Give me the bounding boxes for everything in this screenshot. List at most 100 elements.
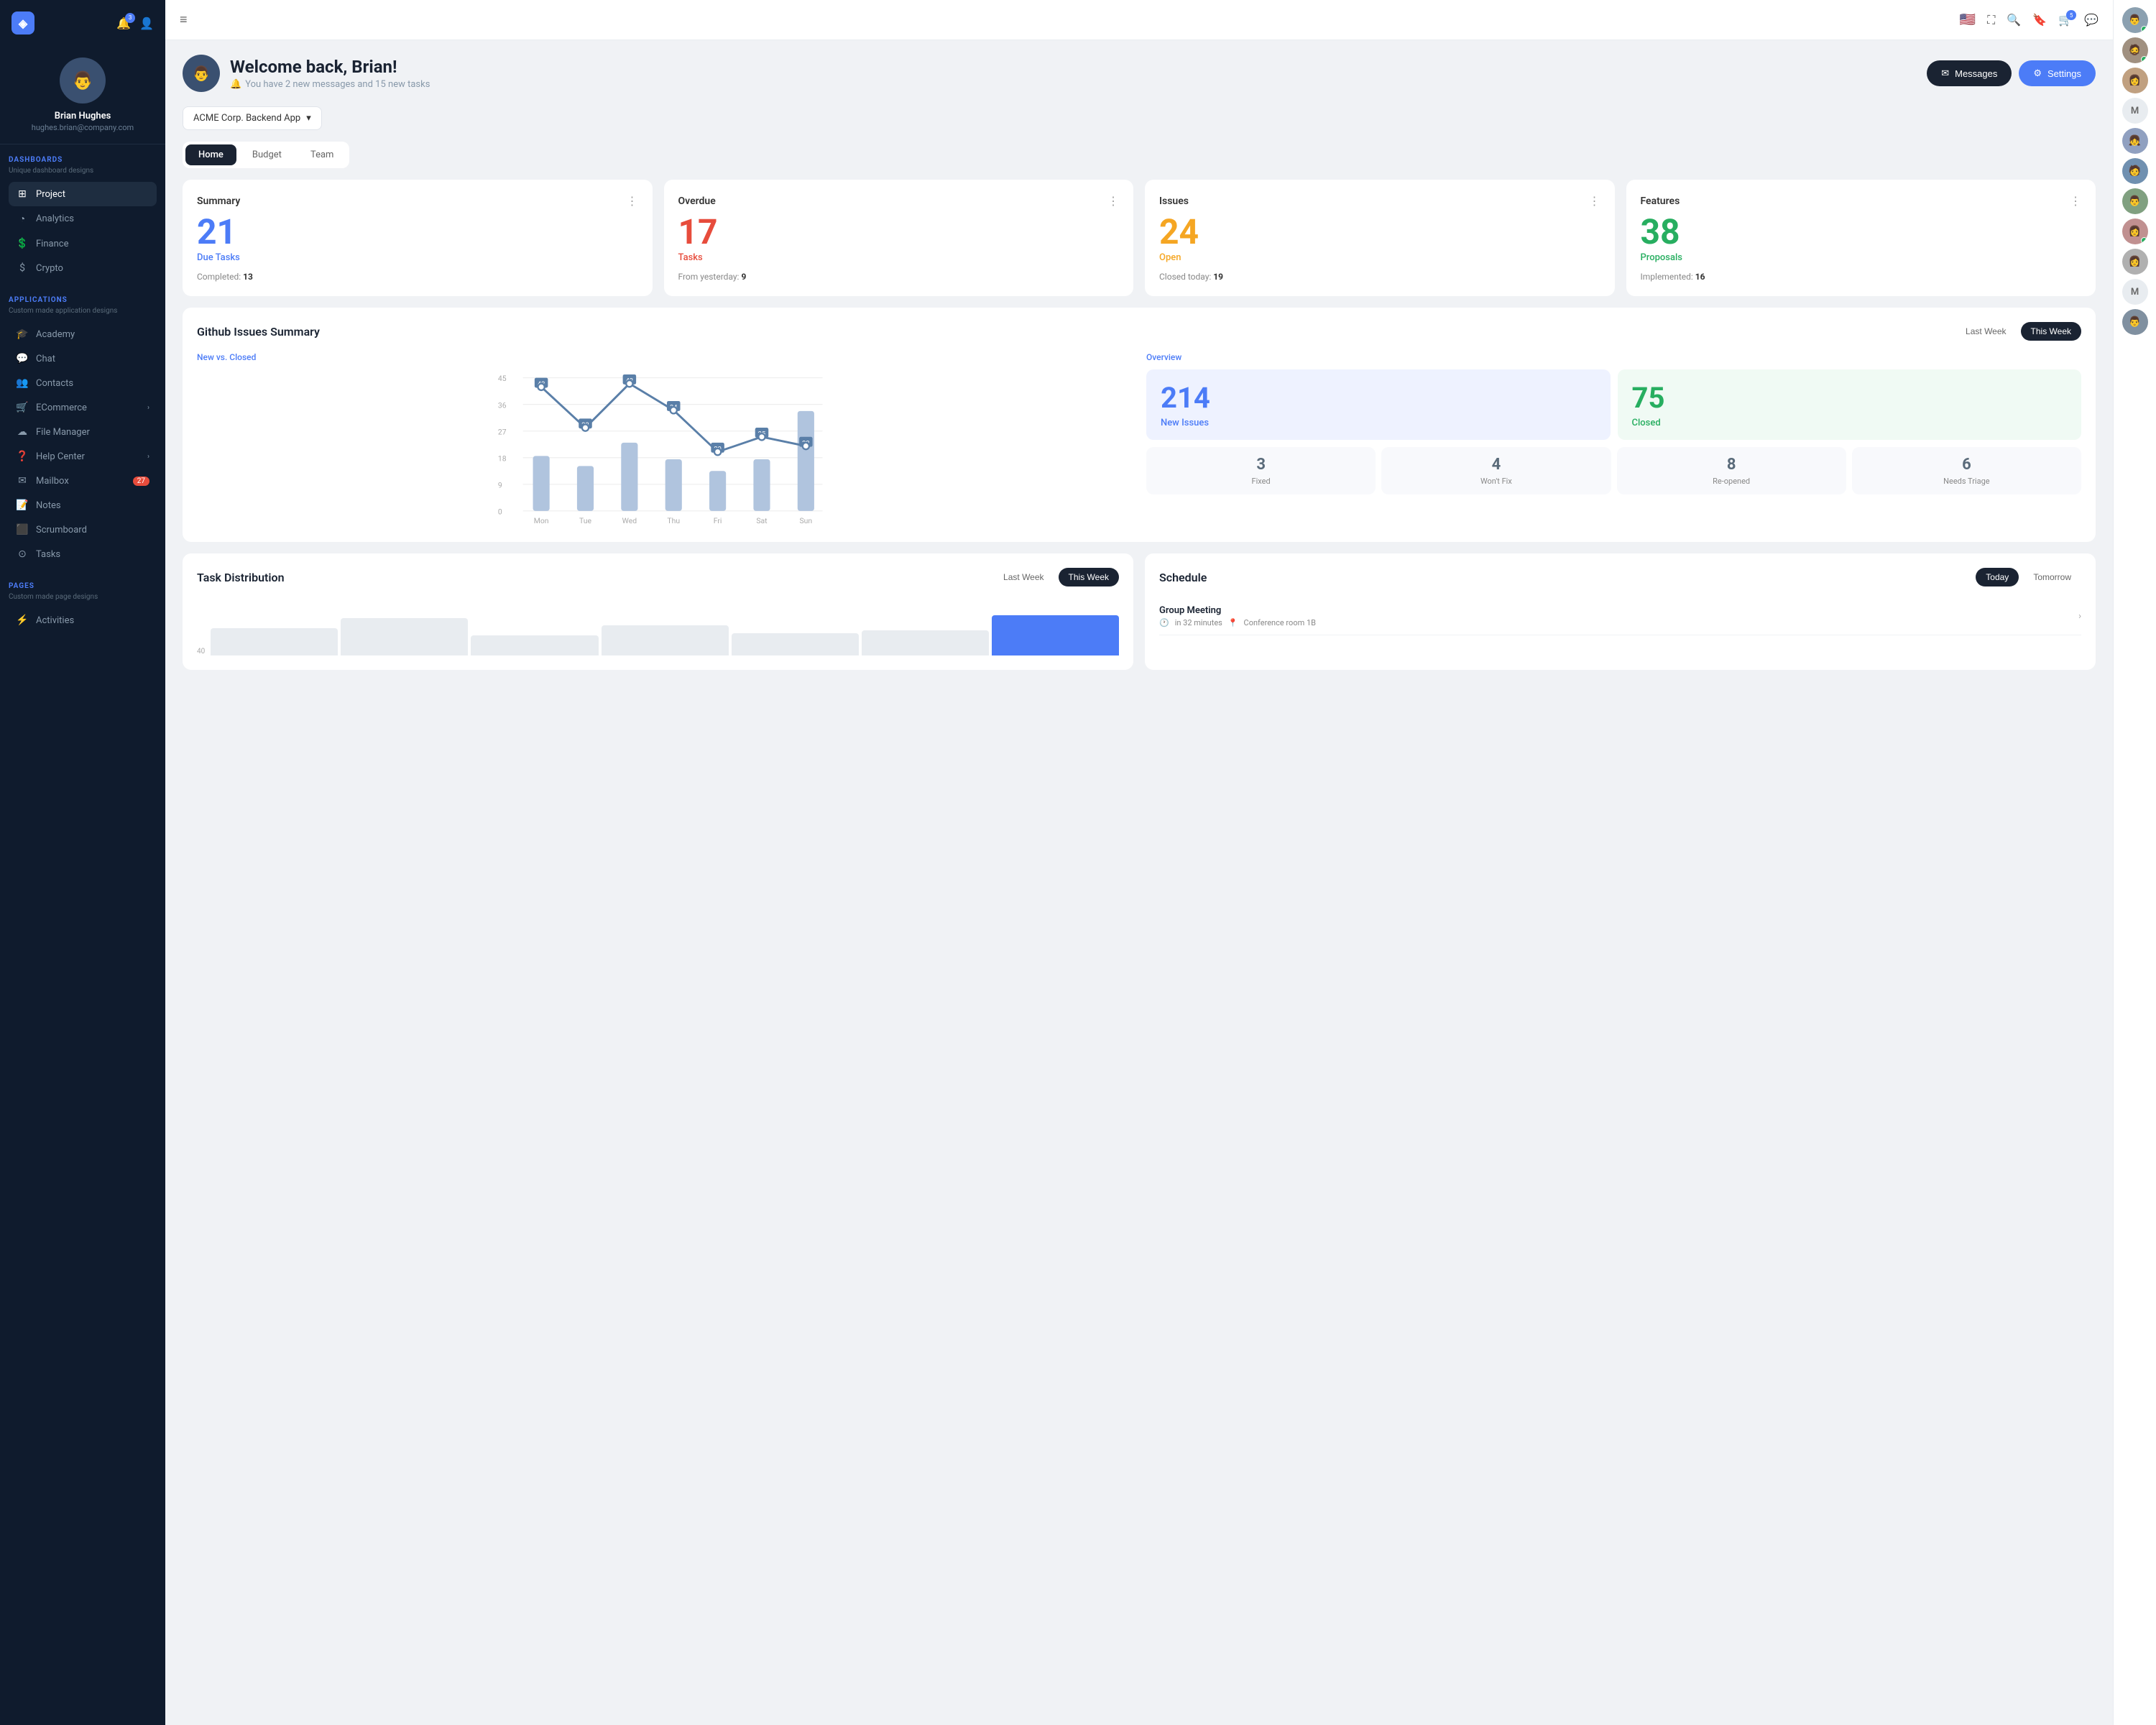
sidebar-item-label: Mailbox	[36, 476, 69, 487]
sidebar-item-label: Tasks	[36, 549, 60, 560]
sidebar-item-activities[interactable]: ⚡ Activities	[9, 608, 157, 632]
mini-num: 4	[1390, 456, 1602, 474]
rs-avatar[interactable]: 👨	[2122, 309, 2148, 335]
settings-button[interactable]: ⚙ Settings	[2019, 60, 2096, 86]
notification-bell-icon[interactable]: 🔔 3	[116, 17, 131, 30]
activities-icon: ⚡	[16, 615, 29, 626]
cart-icon[interactable]: 🛒 5	[2058, 13, 2073, 27]
user-circle-icon[interactable]: 👤	[139, 17, 154, 30]
this-week-button[interactable]: This Week	[1059, 568, 1119, 586]
tomorrow-button[interactable]: Tomorrow	[2023, 568, 2081, 586]
main-content: ≡ 🇺🇸 ⛶ 🔍 🔖 🛒 5 💬 👨 Welcome back, Brian! …	[165, 0, 2113, 1725]
tab-budget[interactable]: Budget	[239, 144, 295, 165]
fullscreen-icon[interactable]: ⛶	[1987, 13, 1995, 27]
svg-text:Sun: Sun	[800, 516, 813, 525]
sidebar-item-analytics[interactable]: ◔ Analytics	[9, 206, 157, 231]
messages-icon[interactable]: 💬	[2084, 13, 2099, 27]
rs-avatar[interactable]: 👨	[2122, 7, 2148, 33]
chat-icon: 💬	[16, 353, 29, 364]
search-icon[interactable]: 🔍	[2007, 13, 2021, 27]
stat-card-summary: Summary ⋮ 21 Due Tasks Completed: 13	[183, 180, 653, 296]
profile-name: Brian Hughes	[11, 111, 154, 121]
sidebar-top: ◈ 🔔 3 👤	[0, 0, 165, 46]
mailbox-icon: ✉	[16, 475, 29, 487]
flag-icon[interactable]: 🇺🇸	[1960, 12, 1976, 27]
location-icon: 📍	[1228, 618, 1238, 627]
sidebar-item-chat[interactable]: 💬 Chat	[9, 346, 157, 371]
rs-avatar[interactable]: 🧑	[2122, 158, 2148, 184]
section-title: Schedule	[1159, 571, 1207, 584]
rs-avatar[interactable]: 👩	[2122, 249, 2148, 275]
svg-text:Fri: Fri	[714, 516, 722, 525]
new-issues-card: 214 New Issues	[1146, 369, 1611, 440]
more-menu-icon[interactable]: ⋮	[1107, 194, 1119, 208]
sidebar-item-label: Activities	[36, 615, 74, 626]
rs-initial-avatar[interactable]: M	[2122, 279, 2148, 305]
sidebar-item-label: Finance	[36, 239, 68, 249]
sidebar-item-ecommerce[interactable]: 🛒 ECommerce ›	[9, 395, 157, 420]
overview-bottom: 3 Fixed 4 Won't Fix 8 Re-opened 6	[1146, 447, 2081, 494]
section-title: Github Issues Summary	[197, 325, 320, 339]
sidebar-item-scrumboard[interactable]: ⬛ Scrumboard	[9, 518, 157, 542]
svg-text:27: 27	[498, 427, 507, 436]
overview-top: 214 New Issues 75 Closed	[1146, 369, 2081, 440]
stat-footer: From yesterday: 9	[678, 272, 1120, 282]
avatar: 👨	[183, 55, 220, 92]
project-selector[interactable]: ACME Corp. Backend App ▾	[183, 106, 322, 130]
chevron-right-icon[interactable]: ›	[2078, 611, 2081, 622]
overview-title: Overview	[1146, 352, 2081, 362]
bottom-row: Task Distribution Last Week This Week 40	[183, 553, 2096, 670]
chevron-right-icon: ›	[147, 453, 149, 461]
stat-card-title: Features	[1641, 196, 1680, 207]
sidebar-item-crypto[interactable]: $ Crypto	[9, 256, 157, 280]
rs-avatar[interactable]: 👩	[2122, 68, 2148, 93]
messages-button[interactable]: ✉ Messages	[1927, 60, 2012, 86]
this-week-button[interactable]: This Week	[2021, 322, 2081, 341]
tab-bar: Home Budget Team	[183, 142, 349, 168]
more-menu-icon[interactable]: ⋮	[2070, 194, 2081, 208]
rs-avatar[interactable]: 🧔	[2122, 37, 2148, 63]
last-week-button[interactable]: Last Week	[993, 568, 1054, 586]
mini-card-reopened: 8 Re-opened	[1617, 447, 1846, 494]
rs-avatar[interactable]: 👧	[2122, 128, 2148, 154]
rs-initial-avatar[interactable]: M	[2122, 98, 2148, 124]
stat-label: Due Tasks	[197, 252, 638, 263]
chevron-right-icon: ›	[147, 404, 149, 412]
rs-avatar[interactable]: 👩	[2122, 218, 2148, 244]
schedule-item-details: 🕐 in 32 minutes 📍 Conference room 1B	[1159, 618, 1316, 627]
sidebar-item-project[interactable]: ⊞ Project	[9, 182, 157, 206]
svg-text:Wed: Wed	[622, 516, 637, 525]
mini-num: 8	[1626, 456, 1838, 474]
closed-number: 75	[1632, 381, 2068, 415]
app-logo[interactable]: ◈	[11, 12, 34, 34]
sidebar-item-helpcenter[interactable]: ❓ Help Center ›	[9, 444, 157, 469]
bell-icon: 🔔	[230, 79, 241, 90]
sidebar-item-academy[interactable]: 🎓 Academy	[9, 322, 157, 346]
schedule-item: Group Meeting 🕐 in 32 minutes 📍 Conferen…	[1159, 598, 2081, 635]
bookmark-icon[interactable]: 🔖	[2032, 13, 2047, 27]
contacts-icon: 👥	[16, 377, 29, 389]
stat-card-issues: Issues ⋮ 24 Open Closed today: 19	[1145, 180, 1615, 296]
tab-team[interactable]: Team	[298, 144, 347, 165]
last-week-button[interactable]: Last Week	[1955, 322, 2016, 341]
right-sidebar: 👨 🧔 👩 M 👧 🧑 👨 👩 👩 M 👨	[2113, 0, 2156, 1725]
closed-issues-card: 75 Closed	[1618, 369, 2082, 440]
sidebar-item-filemanager[interactable]: ☁ File Manager	[9, 420, 157, 444]
mini-lbl: Won't Fix	[1390, 477, 1602, 486]
sidebar-item-tasks[interactable]: ⊙ Tasks	[9, 542, 157, 566]
more-menu-icon[interactable]: ⋮	[627, 194, 638, 208]
left-sidebar: ◈ 🔔 3 👤 👨 Brian Hughes hughes.brian@comp…	[0, 0, 165, 1725]
sidebar-item-notes[interactable]: 📝 Notes	[9, 493, 157, 518]
more-menu-icon[interactable]: ⋮	[1589, 194, 1600, 208]
tasks-icon: ⊙	[16, 548, 29, 560]
rs-avatar[interactable]: 👨	[2122, 188, 2148, 214]
tab-home[interactable]: Home	[185, 144, 236, 165]
hamburger-menu-icon[interactable]: ≡	[180, 12, 188, 27]
today-button[interactable]: Today	[1976, 568, 2019, 586]
stat-card-title: Issues	[1159, 196, 1189, 207]
sidebar-item-contacts[interactable]: 👥 Contacts	[9, 371, 157, 395]
sidebar-item-mailbox[interactable]: ✉ Mailbox 27	[9, 469, 157, 493]
svg-text:36: 36	[498, 400, 507, 410]
sidebar-item-finance[interactable]: 💲 Finance	[9, 231, 157, 256]
nav-apps-label: APPLICATIONS	[9, 296, 157, 304]
